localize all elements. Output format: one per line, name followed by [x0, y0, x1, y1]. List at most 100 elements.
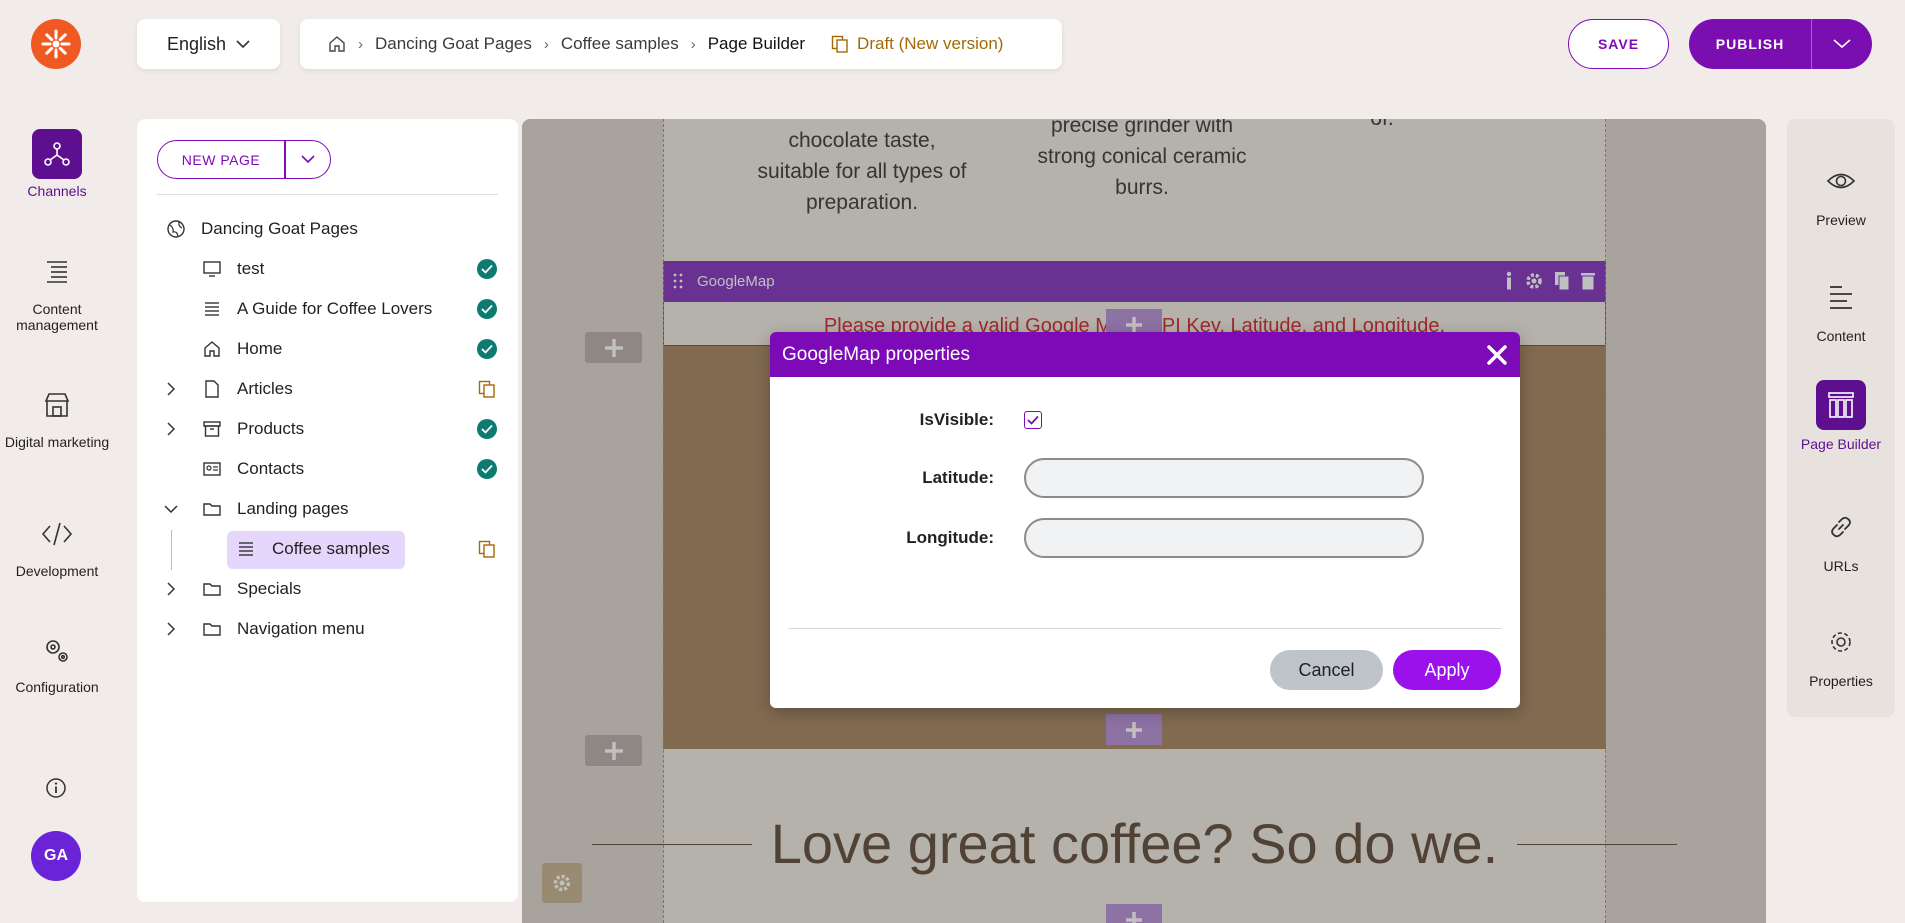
chevron-right-icon[interactable] [163, 382, 179, 396]
tree-label: test [237, 259, 265, 278]
folder-icon [201, 579, 223, 599]
nav-configuration[interactable]: Configuration [0, 625, 114, 695]
nav-label: Development [15, 563, 99, 579]
channels-icon [32, 129, 82, 179]
properties-button[interactable]: Properties [1787, 617, 1895, 689]
tree-root[interactable]: Dancing Goat Pages [137, 212, 518, 246]
tree-item-home[interactable]: Home [137, 332, 518, 366]
isvisible-row: IsVisible: [770, 408, 1520, 432]
home-icon [201, 339, 223, 359]
code-icon [32, 509, 82, 559]
publish-button-group: PUBLISH [1689, 19, 1872, 69]
info-icon[interactable] [45, 777, 67, 799]
preview-button[interactable]: Preview [1787, 156, 1895, 228]
chevron-down-icon[interactable] [163, 505, 179, 513]
published-status-icon [477, 259, 497, 279]
nav-label: Digital marketing [4, 434, 110, 450]
draft-icon [831, 35, 848, 53]
list-page-icon [201, 299, 223, 319]
language-label: English [167, 33, 227, 54]
tree-item-guide[interactable]: A Guide for Coffee Lovers [137, 292, 518, 326]
chevron-right-icon[interactable] [163, 622, 179, 636]
content-tree-panel: NEW PAGE Dancing Goat Pages test A Guide… [137, 119, 518, 902]
nav-content-management[interactable]: Content management [0, 247, 114, 333]
tree-item-specials[interactable]: Specials [137, 572, 518, 606]
close-icon[interactable] [1486, 344, 1508, 366]
tree-item-products[interactable]: Products [137, 412, 518, 446]
document-icon [201, 379, 223, 399]
avatar[interactable]: GA [31, 831, 81, 881]
nav-digital-marketing[interactable]: Digital marketing [0, 380, 114, 450]
gears-icon [32, 625, 82, 675]
toolbar-label: Properties [1809, 673, 1873, 689]
publish-options-button[interactable] [1812, 39, 1872, 49]
tree-item-test[interactable]: test [137, 252, 518, 286]
language-selector[interactable]: English [137, 19, 280, 69]
folder-icon [201, 499, 223, 519]
content-management-icon [32, 247, 82, 297]
nav-label: Content management [16, 301, 98, 333]
tree-item-contacts[interactable]: Contacts [137, 452, 518, 486]
isvisible-checkbox[interactable] [1024, 411, 1042, 429]
longitude-input[interactable] [1024, 518, 1424, 558]
tree-item-coffee-samples[interactable]: Coffee samples [137, 532, 518, 566]
dialog-header: GoogleMap properties [770, 332, 1520, 377]
published-status-icon [477, 339, 497, 359]
home-icon[interactable] [328, 35, 346, 53]
toolbar-label: Preview [1816, 212, 1866, 228]
toolbar-label: Content [1816, 328, 1866, 344]
draft-status-label: Draft (New version) [857, 34, 1004, 53]
chevron-down-icon [301, 155, 315, 164]
contact-card-icon [201, 459, 223, 479]
page-builder-button[interactable]: Page Builder [1787, 380, 1895, 452]
chevron-right-icon[interactable] [163, 582, 179, 596]
apply-button[interactable]: Apply [1393, 650, 1501, 690]
tree-item-articles[interactable]: Articles [137, 372, 518, 406]
new-page-button-group: NEW PAGE [157, 140, 331, 179]
tree-item-navigation-menu[interactable]: Navigation menu [137, 612, 518, 646]
nav-label: Channels [27, 183, 87, 199]
breadcrumb-item[interactable]: Coffee samples [561, 34, 679, 54]
content-lines-icon [1816, 272, 1866, 322]
dialog-title: GoogleMap properties [782, 343, 970, 365]
breadcrumb-item[interactable]: Dancing Goat Pages [375, 34, 532, 54]
breadcrumb: › Dancing Goat Pages › Coffee samples › … [300, 19, 1062, 69]
page-builder-icon [1816, 380, 1866, 430]
tree-label: Dancing Goat Pages [201, 219, 358, 238]
new-page-button[interactable]: NEW PAGE [158, 152, 284, 168]
save-button[interactable]: SAVE [1568, 19, 1669, 69]
monitor-icon [201, 259, 223, 279]
check-icon [1027, 415, 1039, 425]
cancel-button[interactable]: Cancel [1270, 650, 1383, 690]
latitude-row: Latitude: [770, 458, 1520, 498]
logo-icon [41, 29, 71, 59]
list-page-icon [235, 539, 257, 559]
store-icon [32, 380, 82, 430]
globe-icon [165, 219, 187, 239]
longitude-label: Longitude: [906, 528, 994, 547]
breadcrumb-separator: › [543, 35, 549, 53]
urls-button[interactable]: URLs [1787, 502, 1895, 574]
nav-channels[interactable]: Channels [0, 129, 114, 199]
latitude-input[interactable] [1024, 458, 1424, 498]
tree-label: Contacts [237, 459, 305, 478]
chevron-right-icon[interactable] [163, 422, 179, 436]
published-status-icon [477, 459, 497, 479]
publish-button[interactable]: PUBLISH [1689, 36, 1811, 52]
right-toolbar: Preview Content Page Builder URLs Proper… [1787, 119, 1895, 717]
nav-development[interactable]: Development [0, 509, 114, 579]
link-icon [1816, 502, 1866, 552]
tree-item-landing-pages[interactable]: Landing pages [137, 492, 518, 526]
draft-status: Draft (New version) [831, 34, 1003, 54]
draft-status-icon [477, 539, 497, 559]
eye-icon [1816, 156, 1866, 206]
box-icon [201, 419, 223, 439]
new-page-options-button[interactable] [286, 155, 331, 164]
tree-label: Specials [237, 579, 302, 598]
tree-label: A Guide for Coffee Lovers [237, 299, 433, 318]
breadcrumb-separator: › [690, 35, 696, 53]
tree-label: Home [237, 339, 283, 358]
content-button[interactable]: Content [1787, 272, 1895, 344]
kentico-logo[interactable] [31, 19, 81, 69]
googlemap-properties-dialog: GoogleMap properties IsVisible: Latitude… [770, 332, 1520, 708]
